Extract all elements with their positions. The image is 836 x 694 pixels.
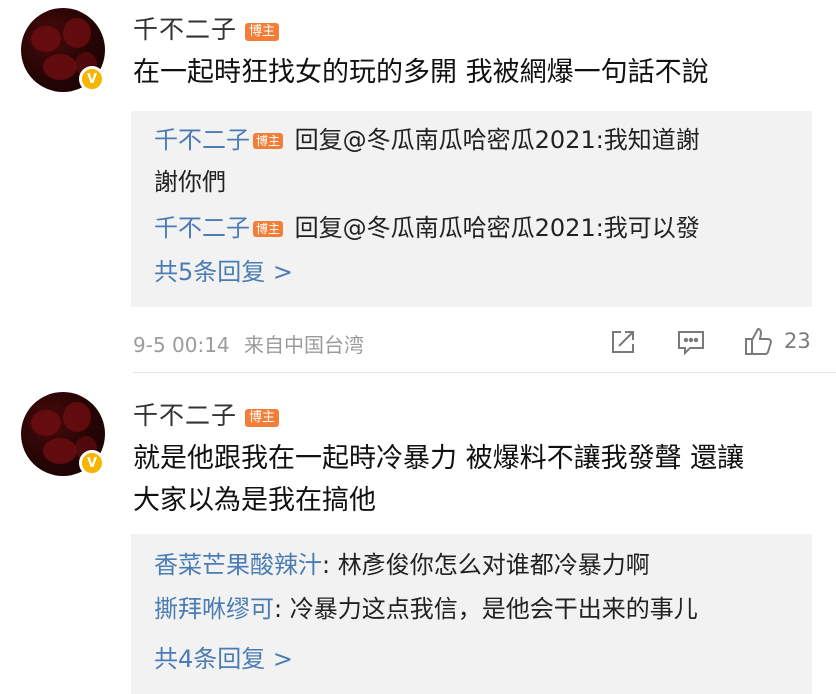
share-button[interactable]: [609, 328, 637, 356]
reply-author[interactable]: 千不二子: [154, 214, 250, 242]
like-count: 23: [784, 329, 811, 353]
reply-item: 香菜芒果酸辣汁: 林彥俊你怎么对谁都冷暴力啊: [154, 544, 794, 586]
reply-text-continued: 謝你們: [154, 168, 226, 196]
comment-icon: [678, 331, 704, 356]
verified-badge-icon: V: [79, 66, 105, 92]
comment-text-line: 就是他跟我在一起時冷暴力 被爆料不讓我發聲 還讓: [133, 443, 745, 474]
verified-badge-icon: V: [79, 450, 105, 476]
comment-post: V 千不二子 博主 在一起時狂找女的玩的多開 我被網爆一句話不說 千不二子 博主 回…: [0, 0, 836, 375]
reply-author-tag: 博主: [253, 221, 284, 237]
avatar[interactable]: V: [21, 8, 105, 92]
divider: [133, 372, 836, 373]
username-text: 千不二子: [133, 15, 238, 44]
reply-text: : 冷暴力这点我信，是他会干出来的事儿: [274, 595, 698, 623]
reply-item: 千不二子 博主 回复@冬瓜南瓜哈密瓜2021:我可以發: [154, 207, 794, 249]
reply-author[interactable]: 撕拜咻缪可: [154, 595, 274, 623]
reply-item: 撕拜咻缪可: 冷暴力这点我信，是他会干出来的事儿: [154, 588, 794, 630]
reply-author-tag: 博主: [253, 133, 284, 149]
source-location: 来自中国台湾: [244, 333, 365, 357]
reply-text: 回复@冬瓜南瓜哈密瓜2021:我知道謝: [287, 126, 700, 154]
reply-text: 回复@冬瓜南瓜哈密瓜2021:我可以發: [287, 214, 700, 242]
reply-box[interactable]: 香菜芒果酸辣汁: 林彥俊你怎么对谁都冷暴力啊 撕拜咻缪可: 冷暴力这点我信，是他…: [131, 534, 812, 694]
reply-author[interactable]: 千不二子: [154, 126, 250, 154]
reply-author[interactable]: 香菜芒果酸辣汁: [154, 551, 322, 579]
reply-box[interactable]: 千不二子 博主 回复@冬瓜南瓜哈密瓜2021:我知道謝 謝你們 千不二子 博主 回复…: [131, 111, 812, 307]
comment-post: V 千不二子 博主 就是他跟我在一起時冷暴力 被爆料不讓我發聲 還讓 大家以為是我…: [0, 376, 836, 694]
username-text: 千不二子: [133, 401, 238, 430]
comment-text: 就是他跟我在一起時冷暴力 被爆料不讓我發聲 還讓 大家以為是我在搞他: [133, 438, 823, 522]
share-icon: [612, 331, 634, 353]
comment-text: 在一起時狂找女的玩的多開 我被網爆一句話不說: [133, 57, 709, 88]
comment-meta: 9-5 00:14 来自中国台湾: [133, 329, 364, 358]
reply-item: 千不二子 博主 回复@冬瓜南瓜哈密瓜2021:我知道謝: [154, 119, 794, 161]
username[interactable]: 千不二子 博主: [133, 10, 280, 46]
timestamp: 9-5 00:14: [133, 333, 230, 357]
author-tag: 博主: [245, 23, 280, 41]
username[interactable]: 千不二子 博主: [133, 396, 280, 432]
avatar[interactable]: V: [21, 392, 105, 476]
more-replies-link[interactable]: 共4条回复 >: [154, 638, 794, 680]
thumbs-up-icon: [745, 327, 773, 355]
more-replies-link[interactable]: 共5条回复 >: [154, 251, 794, 293]
like-button[interactable]: 23: [742, 325, 811, 357]
author-tag: 博主: [245, 409, 280, 427]
comment-text-line: 大家以為是我在搞他: [133, 485, 376, 516]
comment-button[interactable]: [676, 328, 706, 356]
reply-text: : 林彥俊你怎么对谁都冷暴力啊: [322, 551, 650, 579]
